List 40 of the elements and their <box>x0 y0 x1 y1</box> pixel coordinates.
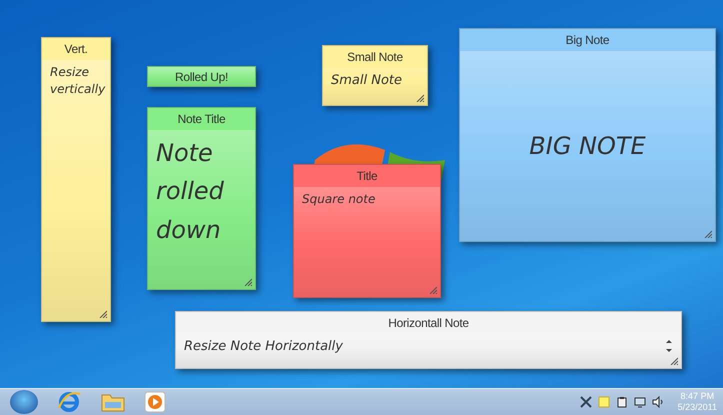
note-title: Title <box>356 169 378 183</box>
note-title-bar[interactable]: Horizontall Note <box>176 312 681 334</box>
note-title-bar[interactable]: Note Title <box>148 108 255 130</box>
note-text: Small Note <box>331 72 402 90</box>
clock-time: 8:47 PM <box>680 391 714 402</box>
sticky-note[interactable]: Horizontall Note Resize Note Horizontally <box>175 311 682 369</box>
note-title: Note Title <box>178 112 226 126</box>
note-title: Big Note <box>566 33 610 47</box>
note-title-bar[interactable]: Big Note <box>460 29 715 51</box>
note-text: Resize Note Horizontally <box>184 338 343 356</box>
note-text: BIG NOTE <box>529 130 646 162</box>
note-title-bar[interactable]: Title <box>294 165 440 187</box>
note-title-bar[interactable]: Small Note <box>323 46 427 68</box>
resize-grip-icon[interactable] <box>99 310 107 318</box>
note-title: Horizontall Note <box>388 316 469 330</box>
sticky-note[interactable]: Title Square note <box>293 164 441 298</box>
note-title: Small Note <box>347 50 403 64</box>
note-title: Rolled Up! <box>174 70 228 84</box>
sticky-note[interactable]: Big Note BIG NOTE <box>459 28 716 242</box>
sticky-note[interactable]: Vert. Resize vertically <box>41 37 111 322</box>
sticky-note[interactable]: Note Title Note rolled down <box>147 107 256 290</box>
monitor-icon[interactable] <box>634 396 646 408</box>
note-text: Resize vertically <box>50 64 106 98</box>
resize-grip-icon[interactable] <box>429 286 437 294</box>
resize-grip-icon[interactable] <box>704 230 712 238</box>
start-button[interactable] <box>10 390 38 414</box>
resize-grip-icon[interactable] <box>670 357 678 365</box>
note-text: Square note <box>302 191 376 208</box>
clock-date: 5/23/2011 <box>678 402 717 413</box>
sticky-note[interactable]: Rolled Up! <box>147 66 256 87</box>
sticky-note[interactable]: Small Note Small Note <box>322 45 428 106</box>
note-text: Note rolled down <box>156 138 225 246</box>
speaker-icon[interactable] <box>652 396 664 408</box>
media-player-icon[interactable] <box>144 391 166 413</box>
note-title-bar[interactable]: Vert. <box>42 38 110 60</box>
note-title: Vert. <box>64 42 88 56</box>
resize-grip-icon[interactable] <box>244 278 252 286</box>
spinner-icon[interactable] <box>665 338 673 354</box>
clipboard-icon[interactable] <box>616 396 628 408</box>
resize-grip-icon[interactable] <box>416 94 424 102</box>
